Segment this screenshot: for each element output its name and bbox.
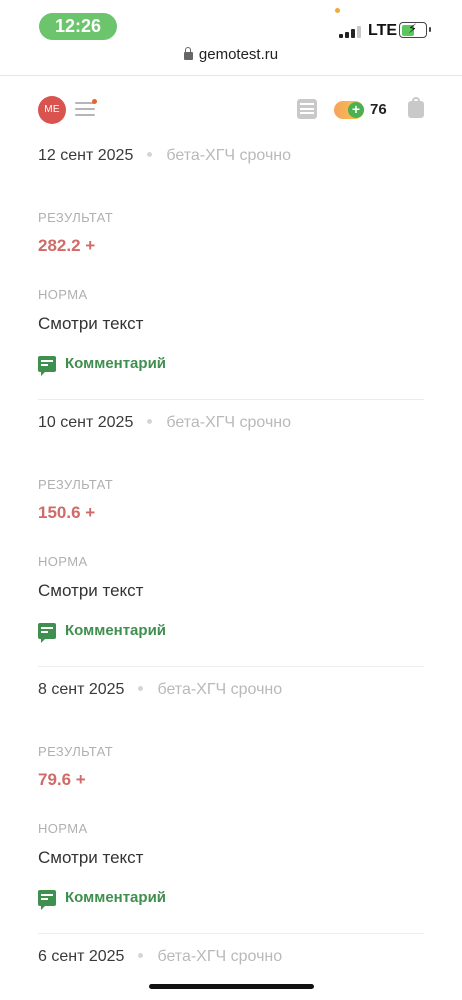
address-bar[interactable]: gemotest.ru [0, 46, 462, 74]
avatar[interactable]: МЕ [38, 96, 66, 124]
norm-value: Смотри текст [38, 848, 144, 867]
comment-link[interactable]: Комментарий [38, 355, 167, 376]
signal-strength-icon [339, 26, 361, 38]
notification-dot [92, 99, 97, 104]
bonus-coin-icon[interactable]: + [334, 101, 364, 119]
entry-date: 12 сент 2025 [38, 147, 134, 164]
menu-icon[interactable] [75, 99, 97, 118]
result-label: РЕЗУЛЬТАТ [38, 210, 114, 225]
comment-icon [38, 889, 56, 910]
result-label: РЕЗУЛЬТАТ [38, 744, 114, 759]
app-header: МЕ + 76 [0, 92, 462, 128]
entry-test-name: бета-ХГЧ срочно [157, 681, 283, 698]
comment-icon [38, 355, 56, 376]
entry-divider [38, 666, 424, 667]
norm-label: НОРМА [38, 287, 88, 302]
results-list: 12 сент 2025 бета-ХГЧ срочно РЕЗУЛЬТАТ 28… [38, 144, 424, 985]
comment-icon [38, 622, 56, 643]
privacy-indicator-icon [335, 8, 340, 13]
battery-icon: ⚡ [399, 21, 431, 38]
entry-header: 10 сент 2025 бета-ХГЧ срочно [38, 411, 424, 435]
comment-link[interactable]: Комментарий [38, 889, 167, 910]
cart-bag-icon[interactable] [408, 97, 424, 118]
bonus-count[interactable]: 76 [370, 101, 387, 118]
entry-divider [38, 399, 424, 400]
entry-test-name: бета-ХГЧ срочно [157, 948, 283, 965]
norm-value: Смотри текст [38, 314, 144, 333]
entry-date: 10 сент 2025 [38, 414, 134, 431]
result-value: 79.6 + [38, 770, 86, 789]
norm-label: НОРМА [38, 554, 88, 569]
comment-link[interactable]: Комментарий [38, 622, 167, 643]
network-type: LTE [368, 22, 398, 39]
entry-test-name: бета-ХГЧ срочно [166, 414, 292, 431]
home-indicator[interactable] [149, 984, 314, 989]
comment-label: Комментарий [65, 889, 167, 906]
norm-label: НОРМА [38, 821, 88, 836]
orders-list-icon[interactable] [297, 99, 317, 119]
result-entry: 6 сент 2025 бета-ХГЧ срочно [38, 945, 424, 985]
entry-header: 12 сент 2025 бета-ХГЧ срочно [38, 144, 424, 168]
entry-date: 8 сент 2025 [38, 681, 125, 698]
comment-label: Комментарий [65, 622, 167, 639]
result-label: РЕЗУЛЬТАТ [38, 477, 114, 492]
result-entry: 10 сент 2025 бета-ХГЧ срочно РЕЗУЛЬТАТ 15… [38, 411, 424, 678]
status-bar: 12:26 LTE ⚡ [0, 0, 462, 48]
result-value: 282.2 + [38, 236, 96, 255]
entry-date: 6 сент 2025 [38, 948, 125, 965]
lock-icon [183, 47, 193, 60]
entry-header: 8 сент 2025 бета-ХГЧ срочно [38, 678, 424, 702]
entry-test-name: бета-ХГЧ срочно [166, 147, 292, 164]
entry-divider [38, 933, 424, 934]
comment-label: Комментарий [65, 355, 167, 372]
status-time[interactable]: 12:26 [39, 13, 117, 40]
norm-value: Смотри текст [38, 581, 144, 600]
url-text: gemotest.ru [198, 46, 279, 63]
result-value: 150.6 + [38, 503, 96, 522]
result-entry: 8 сент 2025 бета-ХГЧ срочно РЕЗУЛЬТАТ 79.… [38, 678, 424, 945]
result-entry: 12 сент 2025 бета-ХГЧ срочно РЕЗУЛЬТАТ 28… [38, 144, 424, 411]
entry-header: 6 сент 2025 бета-ХГЧ срочно [38, 945, 424, 969]
address-bar-divider [0, 75, 462, 76]
